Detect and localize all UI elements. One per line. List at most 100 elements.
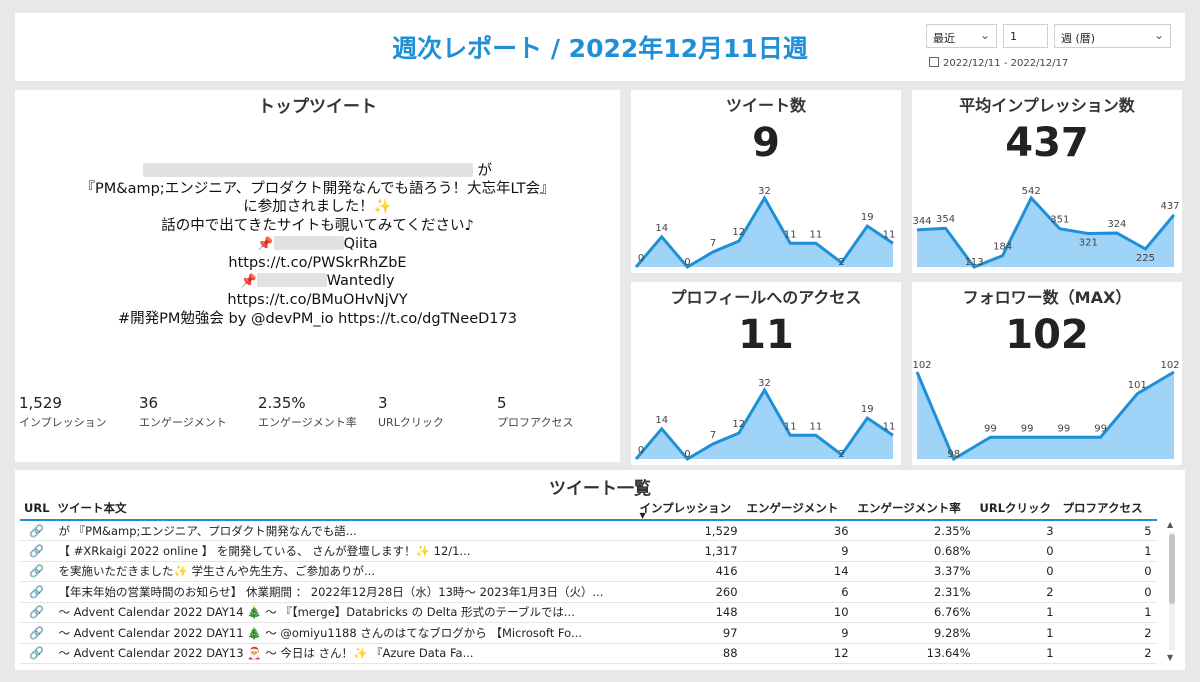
data-label: 7 (710, 238, 716, 249)
table-scrollbar[interactable]: ▲ ▼ (1167, 520, 1177, 662)
tweet-link[interactable]: https://t.co/PWSkrRhZbE (35, 254, 600, 272)
link-icon[interactable]: 🔗 (20, 581, 54, 603)
col-header-engagement[interactable]: エンゲージメント (742, 496, 854, 521)
metric-label: プロフアクセス (497, 416, 574, 429)
data-label: 113 (965, 257, 984, 268)
data-label: 437 (1160, 201, 1179, 212)
data-label: 101 (1128, 380, 1147, 391)
kpi-avg-impressions: 344 354 113 184 542 351 321 324 225 437 平均インプレッショ… (912, 90, 1182, 273)
top-tweet-title: トップツイート (258, 97, 377, 117)
cell-imp: 88 (635, 643, 743, 664)
tweet-link[interactable]: https://t.co/BMuOHvNjVY (35, 291, 600, 309)
cell-rate: 2.31% (853, 581, 976, 603)
data-label: 0 (684, 449, 690, 460)
metric-label: エンゲージメント (139, 416, 227, 429)
data-label: 11 (784, 229, 797, 240)
cell-eng: 6 (742, 581, 854, 603)
cell-prof: 0 (1058, 561, 1157, 582)
data-label: 99 (1021, 423, 1034, 434)
tweet-text-cell: を実施いただきました✨ 学生さんや先生方、ご参加ありが... (53, 561, 636, 582)
sparkline-area (636, 198, 893, 267)
data-label: 11 (784, 421, 797, 432)
tweet-line: が (477, 163, 493, 179)
metric-engagement: 36 エンゲージメント (139, 394, 259, 430)
col-header-engagement-rate[interactable]: エンゲージメント率 (853, 496, 976, 521)
data-label: 184 (993, 242, 1012, 253)
cell-imp: 1,529 (635, 520, 743, 541)
table-row[interactable]: 🔗 【年末年始の営業時間のお知らせ】 休業期間 ： 2022年12月28日（水）1… (20, 581, 1157, 603)
scroll-down-icon[interactable]: ▼ (1167, 653, 1173, 662)
cell-url: 0 (975, 540, 1059, 562)
cell-prof: 2 (1058, 622, 1157, 644)
tweet-line: 『PM&amp;エンジニア、プロダクト開発なんでも語ろう！大忘年LT会』 (80, 181, 555, 198)
period-count-input[interactable]: 1 (1003, 24, 1048, 48)
scroll-up-icon[interactable]: ▲ (1167, 520, 1173, 529)
link-icon[interactable]: 🔗 (20, 643, 54, 664)
table-row[interactable]: 🔗 ～ Advent Calendar 2022 DAY11 🎄 ～ @omiyu… (20, 622, 1157, 644)
data-label: 12 (732, 419, 745, 430)
data-label: 14 (655, 415, 668, 426)
cell-url: 3 (975, 520, 1059, 541)
cell-imp: 1,317 (635, 540, 743, 562)
col-header-text[interactable]: ツイート本文 (53, 496, 636, 521)
link-icon[interactable]: 🔗 (20, 561, 54, 582)
col-header-impressions[interactable]: インプレッション ▼ (635, 496, 743, 521)
table-row[interactable]: 🔗 【 #XRkaigi 2022 online 】 を開発している、 さんが登壇… (20, 540, 1157, 562)
cell-url: 1 (975, 622, 1059, 644)
table-row[interactable]: 🔗 ～ Advent Calendar 2022 DAY13 🎅 ～ 今日は さん… (20, 643, 1157, 664)
data-label: 321 (1079, 238, 1098, 249)
kpi-value: 102 (1005, 312, 1089, 358)
sparkline-area (636, 390, 893, 459)
col-header-url[interactable]: URL (20, 496, 54, 521)
data-label: 32 (758, 378, 771, 389)
kpi-title: 平均インプレッション数 (959, 96, 1135, 115)
date-range: 2022/12/11 - 2022/12/17 (929, 57, 1068, 69)
col-header-profile-access[interactable]: プロフアクセス (1058, 496, 1157, 521)
table-row[interactable]: 🔗 を実施いただきました✨ 学生さんや先生方、ご参加ありが... 416 14 3.37… (20, 561, 1157, 582)
col-header-url-clicks[interactable]: URLクリック (975, 496, 1059, 521)
table-row[interactable]: 🔗 が 『PM&amp;エンジニア、プロダクト開発なんでも語... 1,529 36 2… (20, 520, 1157, 541)
cell-prof: 1 (1058, 540, 1157, 562)
table-header-row: URL ツイート本文 インプレッション ▼ エンゲージメント エンゲージメント率 … (20, 496, 1157, 521)
tweet-line: 話の中で出てきたサイトも覗いてみてください♪ (161, 217, 474, 234)
date-range-text: 2022/12/11 - 2022/12/17 (943, 58, 1069, 69)
data-label: 12 (732, 227, 745, 238)
data-label: 99 (1057, 423, 1070, 434)
data-label: 0 (684, 257, 690, 268)
metric-value: 2.35% (258, 394, 306, 412)
pin-icon: 📌 (240, 274, 257, 290)
cell-eng: 12 (742, 643, 854, 664)
data-label: 14 (655, 223, 668, 234)
top-tweet-text: が 『PM&amp;エンジニア、プロダクト開発なんでも語ろう！大忘年LT会』 に… (35, 162, 600, 328)
cell-eng: 36 (742, 520, 854, 541)
metric-value: 1,529 (19, 394, 62, 412)
tweet-text-cell: が 『PM&amp;エンジニア、プロダクト開発なんでも語... (53, 520, 636, 541)
profile-access-sparkline: 0 14 0 7 12 32 11 11 2 19 11 (634, 378, 895, 461)
data-label: 98 (947, 449, 960, 460)
sort-desc-icon: ▼ (639, 511, 646, 520)
tweet-line: に参加されました！✨ (243, 199, 392, 216)
tweet-table: URL ツイート本文 インプレッション ▼ エンゲージメント エンゲージメント率 … (20, 496, 1157, 664)
cell-eng: 9 (742, 540, 854, 562)
link-icon[interactable]: 🔗 (20, 540, 54, 562)
scroll-thumb[interactable] (1169, 534, 1175, 604)
data-label: 19 (861, 404, 874, 415)
period-type-dropdown[interactable]: 最近 ⌄ (926, 24, 997, 48)
chevron-down-icon: ⌄ (1153, 28, 1164, 42)
link-icon[interactable]: 🔗 (20, 602, 54, 623)
tweet-text-cell: 【 #XRkaigi 2022 online 】 を開発している、 さんが登壇し… (53, 540, 636, 562)
link-icon[interactable]: 🔗 (20, 520, 54, 541)
data-label: 32 (758, 186, 771, 197)
kpi-title: フォロワー数（MAX） (962, 288, 1132, 307)
table-row[interactable]: 🔗 ～ Advent Calendar 2022 DAY14 🎄 ～ 『【merg… (20, 602, 1157, 623)
period-unit-dropdown[interactable]: 週 (暦) ⌄ (1054, 24, 1171, 48)
tweet-line: Qiita (343, 235, 378, 252)
report-header: 週次レポート / 2022年12月11日週 最近 ⌄ 1 週 (暦) ⌄ 202… (15, 13, 1185, 81)
metric-engagement-rate: 2.35% エンゲージメント率 (258, 394, 378, 430)
data-label: 7 (710, 430, 716, 441)
cell-rate: 3.37% (853, 561, 976, 582)
link-icon[interactable]: 🔗 (20, 622, 54, 644)
data-label: 354 (936, 214, 955, 225)
tweet-text-cell: ～ Advent Calendar 2022 DAY11 🎄 ～ @omiyu1… (53, 622, 636, 644)
data-label: 0 (638, 253, 644, 264)
